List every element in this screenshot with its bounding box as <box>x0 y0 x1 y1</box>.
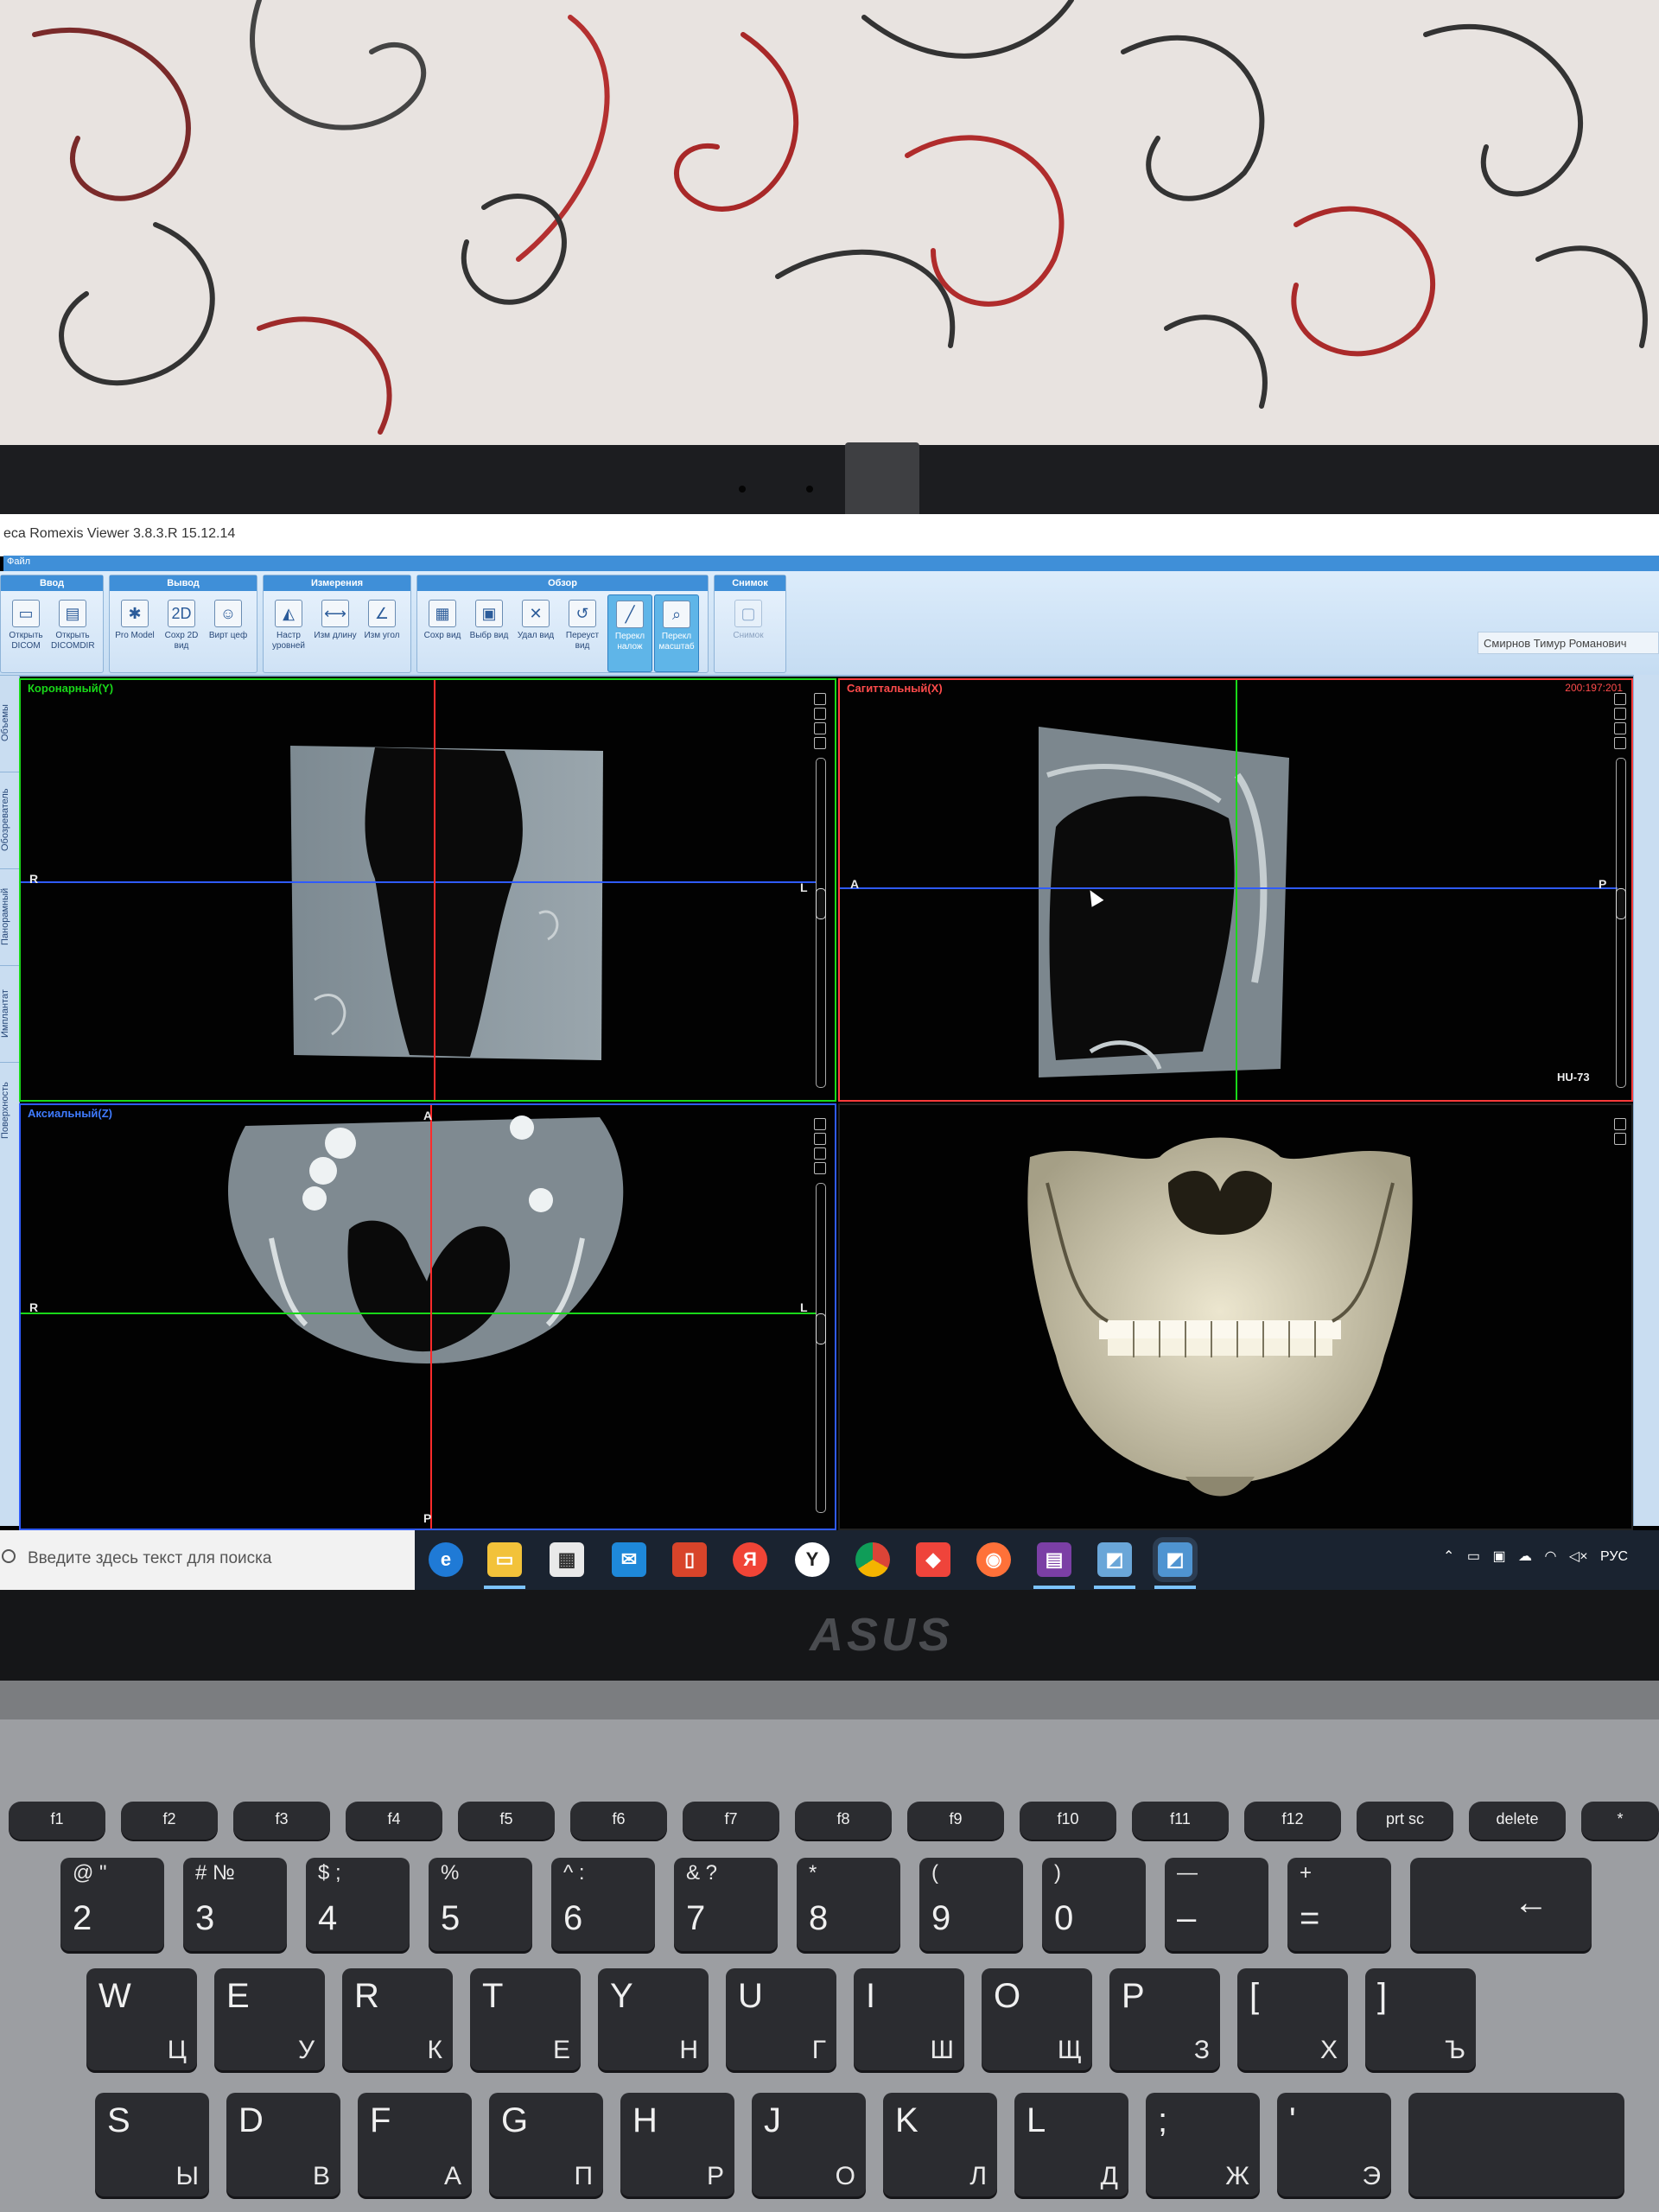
key-f8[interactable]: f8 <box>795 1802 892 1840</box>
key-f11[interactable]: f11 <box>1132 1802 1229 1840</box>
key-f2[interactable]: f2 <box>121 1802 218 1840</box>
key-6[interactable]: ^ :6 <box>551 1858 655 1951</box>
key-j[interactable]: JО <box>752 2093 866 2196</box>
key-s[interactable]: SЫ <box>95 2093 209 2196</box>
key-f[interactable]: FА <box>358 2093 472 2196</box>
key-g[interactable]: GП <box>489 2093 603 2196</box>
key-k[interactable]: KЛ <box>883 2093 997 2196</box>
key-y[interactable]: YН <box>598 1968 709 2070</box>
key-f1[interactable]: f1 <box>9 1802 105 1840</box>
keyboard: f1 f2 f3 f4 f5 f6 f7 f8 f9 f10 f11 f12 p… <box>0 0 1659 2212</box>
backspace-arrow-icon: ← <box>1514 1884 1548 1922</box>
key-backspace[interactable]: ← <box>1410 1858 1592 1951</box>
key-0[interactable]: ) 0 <box>1042 1858 1146 1951</box>
key-p[interactable]: PЗ <box>1109 1968 1220 2070</box>
key-minus[interactable]: — – <box>1165 1858 1268 1951</box>
key-prtsc[interactable]: prt sc <box>1357 1802 1453 1840</box>
key-quote[interactable]: ' Э <box>1277 2093 1391 2196</box>
key-9[interactable]: (9 <box>919 1858 1023 1951</box>
key-t[interactable]: TЕ <box>470 1968 581 2070</box>
key-e[interactable]: EУ <box>214 1968 325 2070</box>
key-left-bracket[interactable]: [Х <box>1237 1968 1348 2070</box>
key-o[interactable]: OЩ <box>982 1968 1092 2070</box>
key-f6[interactable]: f6 <box>570 1802 667 1840</box>
key-equals[interactable]: + = <box>1287 1858 1391 1951</box>
key-right-bracket[interactable]: ] Ъ <box>1365 1968 1476 2070</box>
key-5[interactable]: % 5 <box>429 1858 532 1951</box>
key-f9[interactable]: f9 <box>907 1802 1004 1840</box>
key-f7[interactable]: f7 <box>683 1802 779 1840</box>
key-f10[interactable]: f10 <box>1020 1802 1116 1840</box>
key-semicolon[interactable]: ; Ж <box>1146 2093 1260 2196</box>
key-delete[interactable]: delete <box>1469 1802 1566 1840</box>
key-l[interactable]: LД <box>1014 2093 1128 2196</box>
key-w[interactable]: WЦ <box>86 1968 197 2070</box>
key-f3[interactable]: f3 <box>233 1802 330 1840</box>
key-i[interactable]: IШ <box>854 1968 964 2070</box>
key-4[interactable]: $ ; 4 <box>306 1858 410 1951</box>
key-h[interactable]: HР <box>620 2093 734 2196</box>
key-u[interactable]: UГ <box>726 1968 836 2070</box>
key-d[interactable]: DВ <box>226 2093 340 2196</box>
key-enter[interactable] <box>1408 2093 1624 2196</box>
key-f5[interactable]: f5 <box>458 1802 555 1840</box>
key-8[interactable]: * 8 <box>797 1858 900 1951</box>
key-7[interactable]: & ? 7 <box>674 1858 778 1951</box>
key-3[interactable]: # № 3 <box>183 1858 287 1951</box>
key-r[interactable]: RК <box>342 1968 453 2070</box>
key-asterisk[interactable]: * <box>1581 1802 1659 1840</box>
key-f4[interactable]: f4 <box>346 1802 442 1840</box>
key-2[interactable]: @ " 2 <box>60 1858 164 1951</box>
key-f12[interactable]: f12 <box>1244 1802 1341 1840</box>
